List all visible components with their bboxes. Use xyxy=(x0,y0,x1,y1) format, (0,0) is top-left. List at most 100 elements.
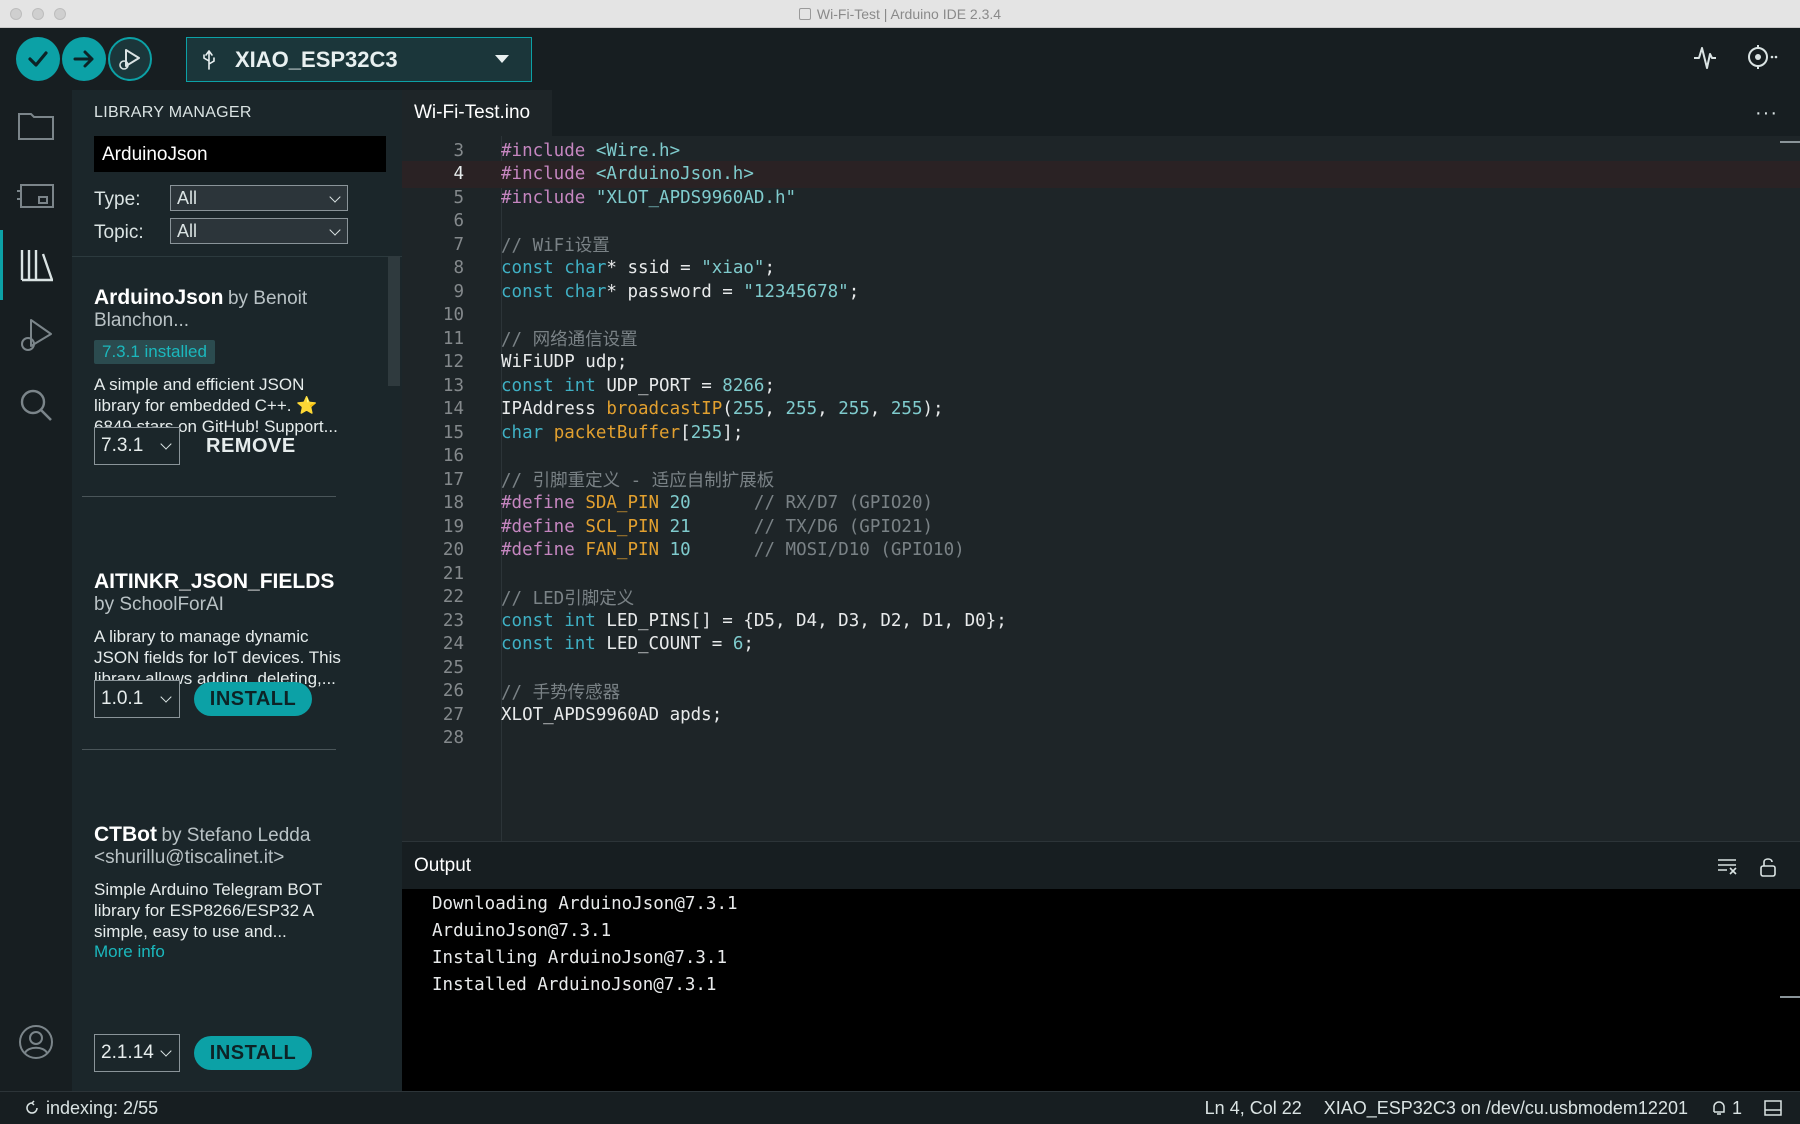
boards-manager-button[interactable] xyxy=(0,160,72,230)
serial-monitor-icon[interactable] xyxy=(1744,42,1778,72)
output-scrollbar[interactable] xyxy=(1780,996,1800,998)
remove-button[interactable]: REMOVE xyxy=(206,435,296,458)
library-description: Simple Arduino Telegram BOT library for … xyxy=(94,880,323,941)
window-title: Wi-Fi-Test | Arduino IDE 2.3.4 xyxy=(798,6,1001,22)
code-text: // 引脚重定义 - 适应自制扩展板 xyxy=(501,471,775,491)
library-author: by SchoolForAI xyxy=(94,594,224,615)
status-bar: indexing: 2/55 Ln 4, Col 22 XIAO_ESP32C3… xyxy=(0,1091,1800,1124)
install-button[interactable]: INSTALL xyxy=(194,1036,312,1070)
line-number: 22 xyxy=(442,587,464,607)
library-name: ArduinoJson xyxy=(94,286,224,309)
code-text: #include "XLOT_APDS9960AD.h" xyxy=(501,187,797,208)
board-port-status[interactable]: XIAO_ESP32C3 on /dev/cu.usbmodem12201 xyxy=(1324,1098,1688,1119)
line-number: 20 xyxy=(442,540,464,560)
chevron-down-icon xyxy=(495,55,509,63)
arrow-right-icon xyxy=(73,50,94,68)
line-number: 8 xyxy=(453,258,464,278)
board-name: XIAO_ESP32C3 xyxy=(235,46,398,72)
topic-filter-label: Topic: xyxy=(94,222,144,243)
line-number: 5 xyxy=(453,187,464,208)
library-icon xyxy=(20,250,53,282)
window-titlebar: Wi-Fi-Test | Arduino IDE 2.3.4 xyxy=(0,0,1800,28)
code-text: IPAddress broadcastIP(255, 255, 255, 255… xyxy=(501,399,944,419)
line-number: 11 xyxy=(442,328,464,349)
zoom-window-button[interactable] xyxy=(54,8,66,20)
library-list-scrollbar[interactable] xyxy=(388,256,400,386)
debug-button[interactable] xyxy=(108,37,152,81)
board-selector[interactable]: XIAO_ESP32C3 xyxy=(186,37,532,82)
code-editor[interactable]: 3 #include <Wire.h> 4 #include <ArduinoJson… xyxy=(402,136,1800,841)
version-select[interactable]: 7.3.1 xyxy=(94,427,180,465)
panel-toggle-icon[interactable] xyxy=(1764,1100,1782,1116)
indexing-status: indexing: 2/55 xyxy=(24,1098,158,1119)
editor-scrollbar[interactable] xyxy=(1780,136,1800,841)
library-item-ctbot: CTBot by Stefano Ledda <shurillu@tiscali… xyxy=(94,823,374,962)
close-window-button[interactable] xyxy=(10,8,22,20)
bell-icon xyxy=(1713,1101,1725,1115)
topic-filter: Topic: All xyxy=(94,218,348,244)
line-number: 16 xyxy=(442,446,464,466)
more-info-link[interactable]: More info xyxy=(94,942,374,962)
editor-tabbar: Wi-Fi-Test.ino ··· xyxy=(402,90,1800,136)
verify-button[interactable] xyxy=(16,37,60,81)
line-number: 9 xyxy=(453,281,464,302)
line-number: 26 xyxy=(442,681,464,701)
line-number: 28 xyxy=(442,728,464,748)
search-button[interactable] xyxy=(0,370,72,440)
version-select[interactable]: 2.1.14 xyxy=(94,1034,180,1072)
type-filter-select[interactable]: All xyxy=(170,185,348,211)
serial-plotter-icon[interactable] xyxy=(1692,42,1718,72)
line-number: 12 xyxy=(442,352,464,372)
toolbar: XIAO_ESP32C3 xyxy=(0,28,1800,90)
code-line[interactable]: 28 xyxy=(402,725,1800,752)
activity-bar xyxy=(0,90,72,1091)
output-title: Output xyxy=(414,854,472,876)
more-actions-icon[interactable]: ··· xyxy=(1755,102,1778,125)
code-text: // 手势传感器 xyxy=(501,682,621,703)
line-number: 10 xyxy=(442,305,464,325)
type-filter: Type: All xyxy=(94,185,348,211)
code-text: // 网络通信设置 xyxy=(501,330,638,350)
library-author: by Stefano Ledda xyxy=(161,825,311,846)
panel-title: LIBRARY MANAGER xyxy=(94,104,252,121)
code-text: const int UDP_PORT = 8266; xyxy=(501,375,775,396)
output-header: Output xyxy=(402,841,1800,889)
clear-output-icon[interactable] xyxy=(1716,856,1738,876)
line-number: 27 xyxy=(442,704,464,725)
code-text: WiFiUDP udp; xyxy=(501,352,628,372)
code-text: #include <ArduinoJson.h> xyxy=(501,164,754,184)
account-icon xyxy=(19,1025,53,1059)
debug-icon xyxy=(21,319,52,351)
account-button[interactable] xyxy=(0,1007,72,1077)
debugger-button[interactable] xyxy=(0,300,72,370)
topic-filter-select[interactable]: All xyxy=(170,218,348,244)
sync-icon xyxy=(26,1100,38,1114)
code-text: const int LED_PINS[] = {D5, D4, D3, D2, … xyxy=(501,610,1007,631)
line-number: 24 xyxy=(442,634,464,654)
library-search-input[interactable]: ArduinoJson xyxy=(94,136,386,172)
line-number: 19 xyxy=(442,516,464,537)
divider xyxy=(72,256,402,257)
upload-button[interactable] xyxy=(62,37,106,81)
unlock-icon[interactable] xyxy=(1758,856,1778,878)
code-text: const int LED_COUNT = 6; xyxy=(501,634,754,654)
line-number: 7 xyxy=(453,234,464,255)
folder-icon xyxy=(18,113,54,140)
line-number: 18 xyxy=(442,493,464,513)
code-text: const char* ssid = "xiao"; xyxy=(501,258,775,278)
sketchbook-button[interactable] xyxy=(0,90,72,160)
code-text: #define FAN_PIN 10 // MOSI/D10 (GPIO10) xyxy=(501,540,965,560)
version-select[interactable]: 1.0.1 xyxy=(94,680,180,718)
notifications[interactable]: 1 xyxy=(1710,1098,1742,1119)
tab-wi-fi-test[interactable]: Wi-Fi-Test.ino xyxy=(402,90,552,136)
code-text: // WiFi设置 xyxy=(501,236,610,256)
cursor-position[interactable]: Ln 4, Col 22 xyxy=(1205,1098,1302,1119)
board-icon xyxy=(17,184,54,208)
line-number: 14 xyxy=(442,399,464,419)
install-button[interactable]: INSTALL xyxy=(194,682,312,716)
code-text: #include <Wire.h> xyxy=(501,140,681,161)
library-manager-button[interactable] xyxy=(0,230,72,300)
minimize-window-button[interactable] xyxy=(32,8,44,20)
line-number: 21 xyxy=(442,563,464,584)
window-controls[interactable] xyxy=(10,8,66,20)
